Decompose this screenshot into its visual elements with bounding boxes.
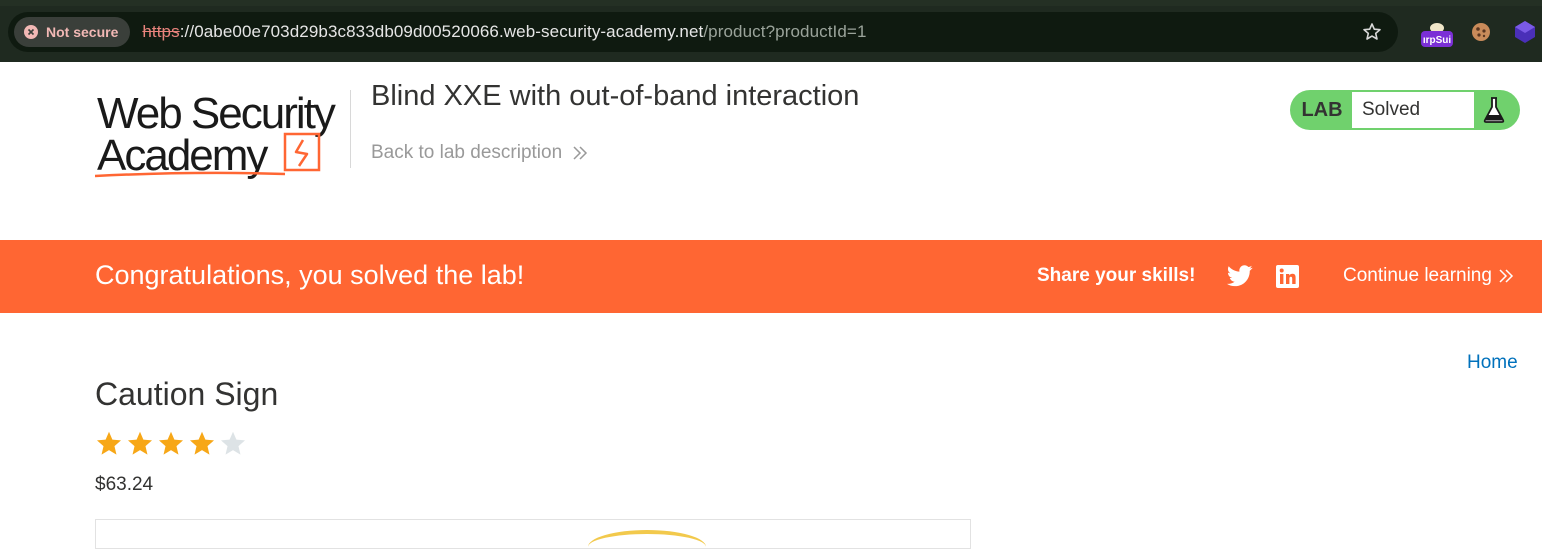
tab-strip [0, 0, 1542, 6]
warning-icon [24, 25, 38, 39]
home-link[interactable]: Home [1467, 352, 1518, 374]
browser-toolbar: Not secure https://0abe00e703d29b3c833db… [0, 0, 1542, 62]
lab-header: Web Security Academy Blind XXE with out-… [0, 62, 1542, 240]
caution-sign-image-edge [588, 530, 706, 548]
double-chevron-right-icon [573, 146, 588, 160]
web-security-academy-logo[interactable]: Web Security Academy [94, 89, 350, 182]
header-divider [350, 90, 351, 168]
star-empty-icon [220, 431, 246, 455]
url-path: /product?productId=1 [703, 22, 867, 41]
back-to-lab-description-link[interactable]: Back to lab description [371, 142, 588, 164]
star-rating [95, 430, 247, 458]
bookmark-star-icon[interactable] [1360, 20, 1384, 44]
linkedin-icon[interactable] [1276, 265, 1299, 288]
product-price: $63.24 [95, 474, 154, 495]
burp-suite-icon[interactable]: ırpSui [1420, 22, 1454, 48]
product-title: Caution Sign [95, 376, 279, 412]
cube-icon[interactable] [1513, 19, 1537, 43]
url-scheme: https [142, 22, 180, 41]
solved-banner: Congratulations, you solved the lab! Sha… [0, 240, 1542, 313]
product-image [95, 519, 971, 549]
lab-status-value: Solved [1352, 92, 1474, 128]
address-bar[interactable]: Not secure https://0abe00e703d29b3c833db… [8, 12, 1398, 52]
lab-title: Blind XXE with out-of-band interaction [371, 80, 860, 112]
url-text[interactable]: https://0abe00e703d29b3c833db09d00520066… [142, 22, 866, 42]
lab-status-widget: LAB Solved [1290, 90, 1520, 130]
back-link-label: Back to lab description [371, 142, 563, 163]
star-filled-icon [189, 431, 215, 455]
security-indicator[interactable]: Not secure [14, 17, 131, 47]
twitter-icon[interactable] [1226, 265, 1253, 287]
congratulations-message: Congratulations, you solved the lab! [95, 260, 525, 290]
star-filled-icon [96, 431, 122, 455]
lab-status-label: LAB [1301, 98, 1343, 121]
flask-icon [1474, 96, 1514, 124]
security-label: Not secure [46, 24, 119, 40]
continue-learning-link[interactable]: Continue learning [1343, 265, 1514, 287]
star-filled-icon [158, 431, 184, 455]
burp-badge-text: ırpSui [1423, 35, 1452, 46]
continue-learning-label: Continue learning [1343, 265, 1492, 286]
double-chevron-right-icon [1499, 269, 1514, 283]
url-host: ://0abe00e703d29b3c833db09d00520066.web-… [179, 22, 704, 41]
star-filled-icon [127, 431, 153, 455]
cookie-icon[interactable] [1469, 20, 1493, 42]
share-skills-label: Share your skills! [1037, 265, 1196, 286]
